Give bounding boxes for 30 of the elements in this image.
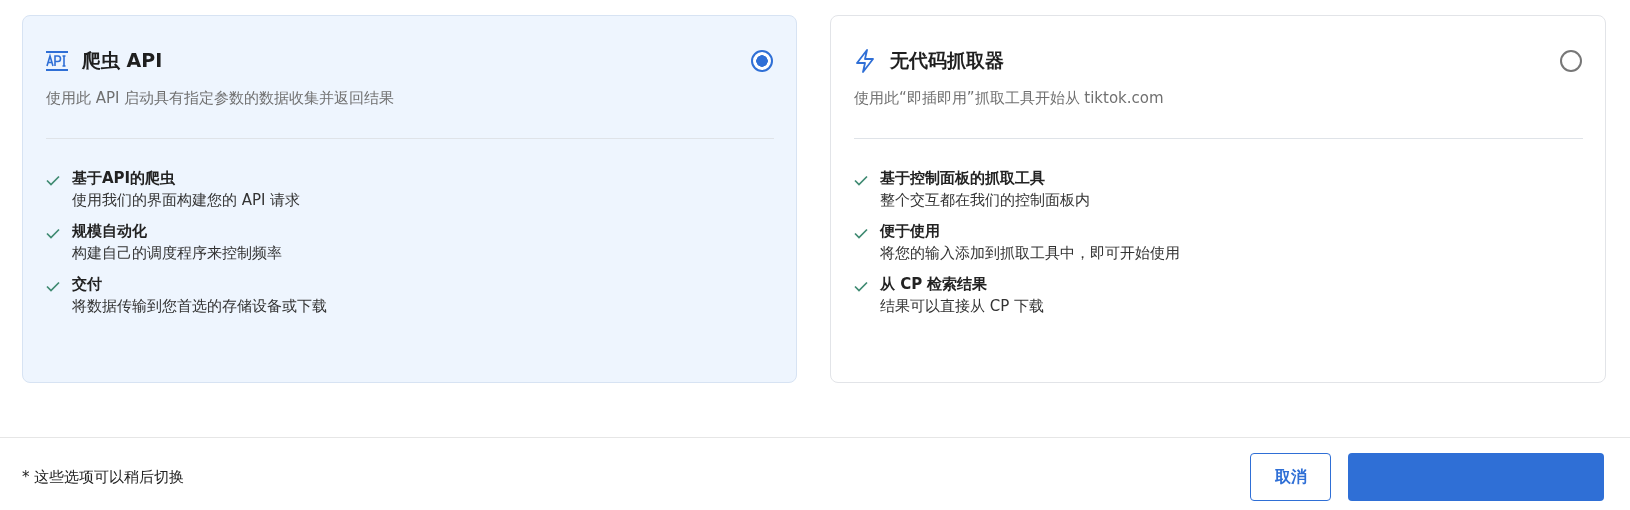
feature-description: 整个交互都在我们的控制面板内 [880,191,1090,210]
check-icon [854,228,868,239]
feature-title: 从 CP 检索结果 [880,275,989,294]
radio-button[interactable] [751,50,773,72]
api-icon [46,51,68,71]
feature-description: 将您的输入添加到抓取工具中，即可开始使用 [880,244,1180,263]
option-card[interactable]: 爬虫 API 使用此 API 启动具有指定参数的数据收集并返回结果 基于API的爬虫 使用我们的界面构建您的 API 请求 规模自动化 构建自己的调度程序来控制频率 交付 将数据传输到您首选的存储设备或下载 [22,15,797,383]
feature-title: 便于使用 [880,222,941,241]
feature-description: 使用我们的界面构建您的 API 请求 [72,191,301,210]
footer-note: * 这些选项可以稍后切换 [22,467,185,487]
option-card[interactable]: 无代码抓取器 使用此“即插即用”抓取工具开始从 tiktok.com 基于控制面板的抓取工具 整个交互都在我们的控制面板内 便于使用 将您的输入添加到抓取工具中，即可开始使用 从 CP 检索结果 结果可以直接从 CP 下载 [830,15,1606,383]
feature-title: 基于API的爬虫 [72,169,177,188]
lightning-icon [854,49,876,73]
feature-description: 构建自己的调度程序来控制频率 [72,244,282,263]
check-icon [46,228,60,239]
check-icon [46,175,60,186]
feature-description: 将数据传输到您首选的存储设备或下载 [72,297,327,316]
option-title: 爬虫 API [82,48,164,73]
check-icon [854,281,868,292]
radio-button[interactable] [1560,50,1582,72]
feature-title: 交付 [72,275,103,294]
feature-title: 基于控制面板的抓取工具 [880,169,1046,188]
option-title: 无代码抓取器 [890,48,1005,73]
option-description: 使用此 API 启动具有指定参数的数据收集并返回结果 [46,89,396,108]
check-icon [854,175,868,186]
option-description: 使用此“即插即用”抓取工具开始从 tiktok.com [854,89,1165,108]
feature-title: 规模自动化 [72,222,148,241]
cancel-button[interactable]: 取消 [1250,453,1331,501]
check-icon [46,281,60,292]
feature-description: 结果可以直接从 CP 下载 [880,297,1045,316]
